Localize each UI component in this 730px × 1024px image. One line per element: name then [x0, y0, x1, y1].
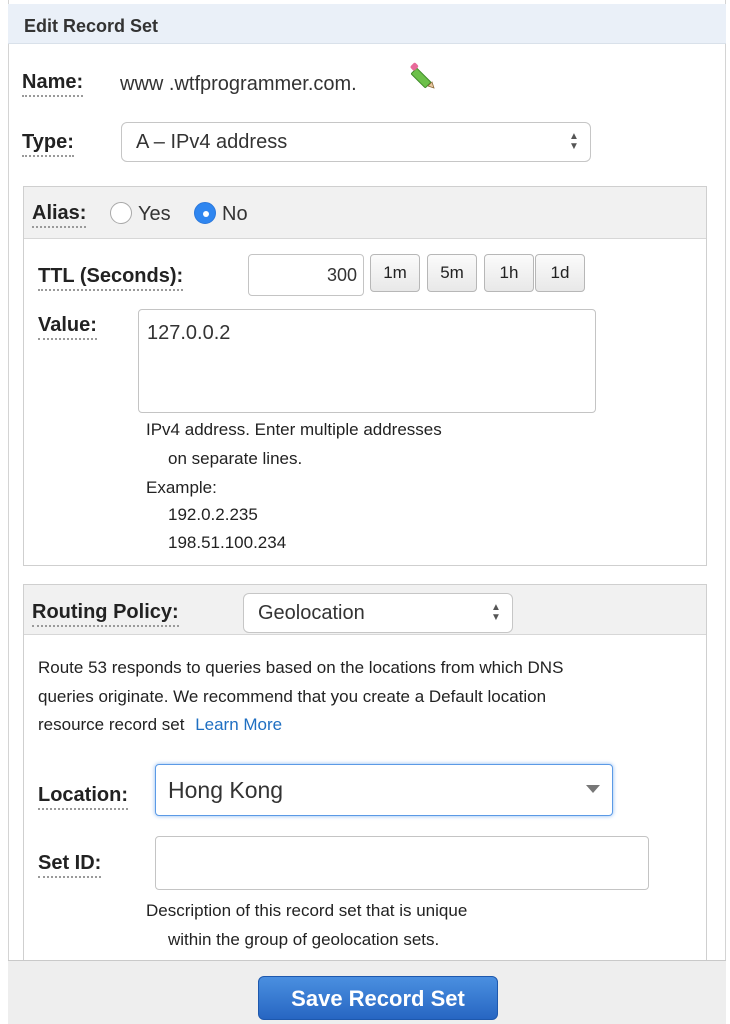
dialog-title: Edit Record Set [8, 4, 726, 44]
type-label: Type: [22, 130, 74, 157]
routing-policy-label: Routing Policy: [32, 600, 179, 627]
set-id-help-line1: Description of this record set that is u… [146, 901, 468, 920]
ttl-label: TTL (Seconds): [38, 264, 184, 291]
set-id-label: Set ID: [38, 851, 102, 878]
pencil-icon[interactable] [408, 62, 438, 90]
location-label: Location: [38, 783, 128, 810]
name-value: www .wtfprogrammer.com. [120, 73, 357, 95]
ttl-1h-button[interactable]: 1h [484, 254, 534, 292]
name-label: Name: [22, 70, 84, 97]
value-example-1: 192.0.2.235 [168, 505, 258, 524]
ttl-1d-button[interactable]: 1d [535, 254, 585, 292]
alias-yes-label: Yes [138, 203, 171, 225]
routing-policy-select[interactable]: Geolocation ▲ ▼ [243, 593, 513, 633]
location-value: Hong Kong [168, 777, 284, 803]
routing-desc-text: resource record set [38, 715, 185, 734]
routing-desc-line3: resource record set Learn More [38, 714, 282, 736]
alias-no-label: No [222, 203, 248, 225]
ttl-1m-button[interactable]: 1m [370, 254, 420, 292]
alias-yes-radio[interactable] [110, 202, 132, 224]
routing-desc-line2: queries originate. We recommend that you… [38, 687, 547, 706]
updown-arrows-icon: ▲ ▼ [491, 602, 501, 623]
caret-down-icon [586, 785, 600, 793]
type-select[interactable]: A – IPv4 address ▲ ▼ [121, 122, 591, 162]
value-help-line2: on separate lines. [168, 449, 303, 468]
set-id-help-line2: within the group of geolocation sets. [168, 930, 440, 949]
value-label: Value: [38, 313, 97, 340]
routing-policy-value: Geolocation [258, 602, 365, 624]
alias-no-radio[interactable] [194, 202, 216, 224]
value-example-2: 198.51.100.234 [168, 533, 287, 552]
type-select-value: A – IPv4 address [136, 131, 288, 153]
value-textarea[interactable]: 127.0.0.2 [138, 309, 596, 413]
updown-arrows-icon: ▲ ▼ [569, 131, 579, 152]
value-help-line1: IPv4 address. Enter multiple addresses [146, 420, 442, 439]
value-example-label: Example: [146, 478, 217, 497]
routing-desc-line1: Route 53 responds to queries based on th… [38, 658, 564, 677]
set-id-input[interactable] [155, 836, 649, 890]
learn-more-link[interactable]: Learn More [195, 715, 282, 734]
save-record-set-button[interactable]: Save Record Set [258, 976, 498, 1020]
location-dropdown[interactable]: Hong Kong [155, 764, 613, 816]
ttl-input[interactable] [248, 254, 364, 296]
alias-label: Alias: [32, 201, 87, 228]
ttl-5m-button[interactable]: 5m [427, 254, 477, 292]
